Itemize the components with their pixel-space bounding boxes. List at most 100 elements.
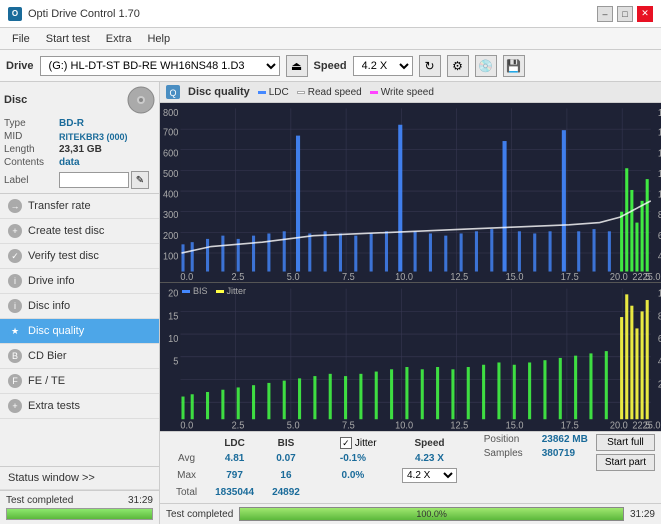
nav-disc-info[interactable]: i Disc info [0,294,159,319]
disc-mid-row: MID RITEKBR3 (000) [4,131,155,142]
stats-area: LDC BIS ✓ Jitter Speed Avg 4. [160,431,661,524]
eject-button[interactable]: ⏏ [286,55,308,77]
legend-ldc: LDC [258,87,289,98]
nav-cd-bier-label: CD Bier [28,350,67,362]
max-label: Max [168,467,205,484]
position-label: Position [484,434,534,445]
svg-text:5: 5 [173,357,178,369]
verify-test-disc-icon: ✓ [8,249,22,263]
refresh-button[interactable]: ↻ [419,55,441,77]
menu-file[interactable]: File [4,31,38,47]
svg-text:500: 500 [163,169,178,180]
disc-type-value: BD-R [59,118,84,129]
maximize-button[interactable]: □ [617,6,633,22]
app-icon: O [8,7,22,21]
disc-type-row: Type BD-R [4,118,155,129]
svg-text:10.0: 10.0 [395,420,413,431]
status-text: Test completed [6,495,73,506]
speed-col-header: Speed [394,436,465,450]
svg-text:20.0: 20.0 [610,420,628,431]
nav-fe-te-label: FE / TE [28,375,65,387]
media-button[interactable]: 💿 [475,55,497,77]
nav-disc-quality[interactable]: ★ Disc quality [0,319,159,344]
disc-length-value: 23,31 GB [59,144,102,155]
svg-text:15: 15 [168,311,178,323]
start-part-button[interactable]: Start part [596,454,655,471]
start-full-button[interactable]: Start full [596,434,655,451]
nav-extra-tests-label: Extra tests [28,400,80,412]
read-speed-legend-color [297,91,305,94]
avg-bis: 0.07 [264,452,308,465]
disc-section-title: Disc [4,94,27,106]
disc-contents-label: Contents [4,157,59,168]
svg-text:5.0: 5.0 [287,420,300,431]
nav-transfer-rate-label: Transfer rate [28,200,91,212]
nav-verify-test-disc[interactable]: ✓ Verify test disc [0,244,159,269]
legend-write-speed: Write speed [370,87,434,98]
nav-fe-te[interactable]: F FE / TE [0,369,159,394]
nav-drive-info-label: Drive info [28,275,74,287]
chart-title: Disc quality [188,86,250,98]
speed-dropdown[interactable]: 4.2 X [402,468,457,483]
menu-help[interactable]: Help [139,31,178,47]
svg-text:200: 200 [163,231,178,242]
svg-text:100: 100 [163,251,178,262]
upper-chart-svg: 800 700 600 500 400 300 200 100 18X 16X … [160,103,661,282]
svg-text:2.5: 2.5 [232,420,245,431]
nav-transfer-rate[interactable]: → Transfer rate [0,194,159,219]
svg-text:12.5: 12.5 [450,272,468,282]
disc-contents-value: data [59,157,80,168]
legend-read-speed: Read speed [297,87,362,98]
svg-text:7.5: 7.5 [342,272,355,282]
disc-mid-value: RITEKBR3 (000) [59,132,128,142]
save-button[interactable]: 💾 [503,55,525,77]
status-nav: Status window >> [0,466,159,490]
write-speed-legend-label: Write speed [381,87,434,98]
minimize-button[interactable]: – [597,6,613,22]
settings-button[interactable]: ⚙ [447,55,469,77]
disc-type-label: Type [4,118,59,129]
read-speed-legend-label: Read speed [308,87,362,98]
ldc-legend-color [258,91,266,94]
elapsed-time: 31:29 [630,509,655,520]
jitter-checkbox[interactable]: ✓ [340,437,352,449]
svg-text:20: 20 [168,289,179,301]
svg-text:15.0: 15.0 [506,272,524,282]
lower-chart: BIS Jitter [160,283,661,431]
disc-length-label: Length [4,144,59,155]
svg-text:0.0: 0.0 [180,272,193,282]
disc-label-label: Label [4,175,59,186]
status-bottom-row: Test completed 31:29 [6,495,153,506]
disc-label-button[interactable]: ✎ [131,171,149,189]
svg-text:300: 300 [163,210,178,221]
drive-select[interactable]: (G:) HL-DT-ST BD-RE WH16NS48 1.D3 [40,56,280,76]
menu-extra[interactable]: Extra [98,31,140,47]
svg-text:2.5: 2.5 [232,272,245,282]
chart-area: 800 700 600 500 400 300 200 100 18X 16X … [160,103,661,431]
disc-label-row: Label ✎ [4,171,155,189]
speed-label: Speed [314,60,347,72]
svg-text:10: 10 [168,334,179,346]
nav-create-test-disc[interactable]: + Create test disc [0,219,159,244]
svg-text:12.5: 12.5 [450,420,468,431]
svg-text:400: 400 [163,189,178,200]
start-buttons: Start full Start part [596,434,655,471]
nav-cd-bier[interactable]: B CD Bier [0,344,159,369]
close-button[interactable]: ✕ [637,6,653,22]
disc-label-input[interactable] [59,172,129,188]
svg-text:7.5: 7.5 [342,420,355,431]
svg-text:25.0 GB: 25.0 GB [643,272,661,282]
nav-extra-tests[interactable]: + Extra tests [0,394,159,419]
svg-text:17.5: 17.5 [561,272,579,282]
menu-start-test[interactable]: Start test [38,31,98,47]
create-test-disc-icon: + [8,224,22,238]
nav-disc-info-label: Disc info [28,300,70,312]
avg-ldc: 4.81 [207,452,262,465]
speed-select[interactable]: 4.2 X [353,56,413,76]
svg-text:800: 800 [163,108,178,119]
drive-info-icon: i [8,274,22,288]
titlebar-left: O Opti Drive Control 1.70 [8,7,140,21]
nav-drive-info[interactable]: i Drive info [0,269,159,294]
nav-disc-quality-label: Disc quality [28,325,84,337]
status-window-button[interactable]: Status window >> [0,467,159,490]
